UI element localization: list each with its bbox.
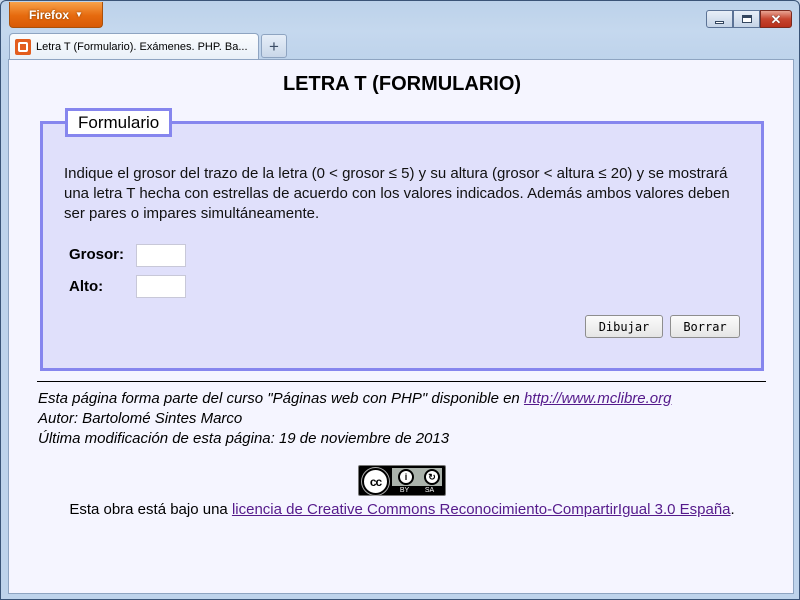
share-alike-icon: ↻ (424, 469, 440, 485)
browser-window: Firefox ▼ ✕ Letra T (Formulario). Exámen… (0, 0, 800, 600)
footer-author: Autor: Bartolomé Sintes Marco (38, 410, 243, 427)
form-description: Indique el grosor del trazo de la letra … (64, 165, 730, 222)
grosor-input[interactable] (136, 244, 186, 267)
footer-course-line: Esta página forma parte del curso "Págin… (38, 390, 671, 407)
tab-title: Letra T (Formulario). Exámenes. PHP. Ba.… (36, 40, 248, 53)
plus-icon: + (269, 36, 279, 56)
creative-commons-badge[interactable]: cc i ↻ BY SA (358, 465, 446, 496)
alto-label: Alto: (69, 278, 104, 295)
footer-modified: Última modificación de esta página: 19 d… (38, 430, 450, 447)
favicon-icon (15, 38, 31, 55)
license-suffix: . (730, 501, 735, 518)
tab-active[interactable]: Letra T (Formulario). Exámenes. PHP. Ba.… (9, 33, 259, 59)
footer-divider (37, 381, 766, 382)
cc-badge-icons: i ↻ (398, 469, 440, 485)
footer-course-text: Esta página forma parte del curso "Págin… (38, 390, 524, 407)
firefox-menu-button[interactable]: Firefox ▼ (9, 2, 103, 28)
chevron-down-icon: ▼ (75, 10, 83, 19)
close-icon: ✕ (770, 11, 782, 27)
maximize-button[interactable] (733, 10, 760, 28)
firefox-menu-label: Firefox (29, 7, 70, 22)
clear-button[interactable]: Borrar (670, 315, 740, 338)
draw-button[interactable]: Dibujar (585, 315, 663, 338)
close-window-button[interactable]: ✕ (760, 10, 792, 28)
grosor-label: Grosor: (69, 246, 125, 263)
minimize-button[interactable] (706, 10, 733, 28)
form-fieldset: Formulario Indique el grosor del trazo d… (40, 108, 764, 371)
new-tab-button[interactable]: + (261, 34, 287, 58)
license-link[interactable]: licencia de Creative Commons Reconocimie… (232, 501, 731, 518)
cc-by-label: BY (399, 487, 410, 494)
window-controls: ✕ (706, 10, 792, 28)
page-title: LETRA T (FORMULARIO) (282, 73, 522, 95)
fieldset-legend: Formulario (65, 108, 173, 137)
cc-icon: cc (362, 468, 389, 495)
mclibre-link[interactable]: http://www.mclibre.org (524, 390, 672, 407)
alto-input[interactable] (136, 275, 186, 298)
maximize-icon (741, 15, 752, 23)
cc-badge-labels: BY SA (392, 486, 442, 495)
page-viewport: LETRA T (FORMULARIO) Formulario Indique … (8, 59, 794, 594)
cc-sa-label: SA (424, 487, 435, 494)
license-line: Esta obra está bajo una licencia de Crea… (9, 501, 795, 518)
minimize-icon (715, 20, 724, 24)
attribution-icon: i (398, 469, 414, 485)
cc-badge-panel: i ↻ BY SA (392, 468, 442, 495)
license-prefix: Esta obra está bajo una (69, 501, 232, 518)
